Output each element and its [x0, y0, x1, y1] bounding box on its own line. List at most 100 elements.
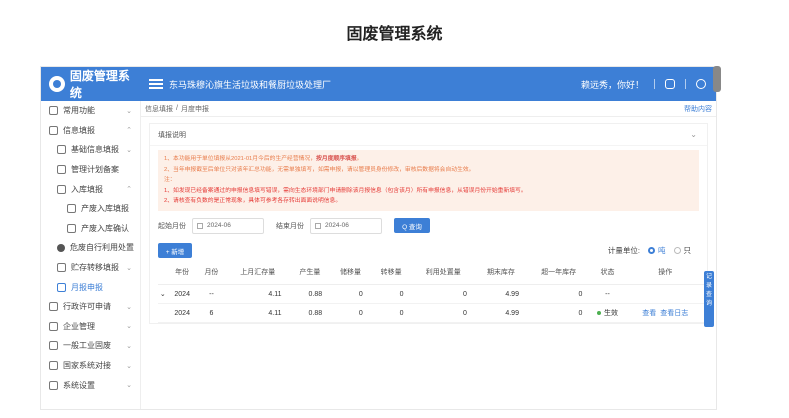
menu-item-icon — [57, 282, 66, 292]
query-button[interactable]: Q 查询 — [394, 218, 430, 233]
unit-radio-ton[interactable] — [648, 247, 655, 254]
table-row: 2024 6 4.11 0.88 0 0 0 4.99 0 生效 查看 查看日志 — [158, 303, 706, 323]
sidebar: 常用功能 ⌄ 信息填报 ⌃ 基础信息填报 ⌄ 管理计划备案 入库填报 ⌃ 产废入库填报 产废入库确认… — [41, 101, 141, 409]
sidebar-item-label: 企业管理 — [63, 321, 95, 331]
help-link[interactable]: 帮助内容 — [684, 104, 712, 114]
calendar-icon — [197, 222, 203, 229]
sidebar-item-13[interactable]: 国家系统对接 ⌄ — [41, 356, 140, 376]
chevron-icon: ⌄ — [126, 146, 132, 154]
report-table: 年份 月份 上月汇存量 产生量 储移量 转移量 利用处置量 期末库存 超一年库存 状态 操作 ⌄ 20… — [158, 260, 706, 323]
sidebar-item-0[interactable]: 常用功能 ⌄ — [41, 101, 140, 121]
notice-title: 填报说明 — [158, 131, 186, 139]
chevron-down-icon[interactable]: ⌄ — [690, 130, 697, 139]
sidebar-item-label: 信息填报 — [63, 125, 95, 135]
status-dot-icon — [596, 311, 601, 315]
sidebar-item-9[interactable]: 月报申报 — [41, 277, 140, 297]
end-month-input[interactable]: 2024-06 — [310, 217, 382, 234]
column-header-6: 转移量 — [370, 260, 412, 285]
cell-end: 4.99 — [474, 284, 527, 304]
cell-status: -- — [590, 284, 625, 304]
column-header-7: 利用处置量 — [411, 260, 475, 285]
view-log-link[interactable]: 查看日志 — [660, 310, 688, 317]
chevron-icon: ⌄ — [126, 303, 132, 311]
logout-icon[interactable] — [696, 79, 706, 89]
chevron-icon: ⌄ — [126, 342, 132, 350]
table-row: ⌄ 2024 -- 4.11 0.88 0 0 0 4.99 0 -- — [158, 284, 706, 304]
sidebar-item-6[interactable]: 产废入库确认 — [41, 219, 140, 239]
sidebar-item-label: 一般工业固废 — [63, 341, 111, 351]
chevron-icon: ⌃ — [126, 186, 132, 194]
add-button[interactable]: + 新增 — [158, 243, 192, 258]
sidebar-item-3[interactable]: 管理计划备案 — [41, 160, 140, 180]
unit-selector: 计量单位: 吨 只 — [608, 245, 691, 256]
cell-transfer: 0 — [370, 284, 412, 304]
unit-radio-piece[interactable] — [673, 247, 681, 254]
menu-item-icon — [49, 341, 58, 351]
sidebar-item-7[interactable]: 危废自行利用处置 — [41, 238, 140, 258]
start-month-value: 2024-06 — [207, 222, 231, 229]
sidebar-item-label: 基础信息填报 — [71, 145, 119, 155]
user-greeting[interactable]: 赖远秀，你好！ — [581, 78, 644, 91]
menu-item-icon — [49, 361, 58, 371]
notice-highlight: 按月度顺序填报 — [316, 156, 357, 162]
sidebar-item-12[interactable]: 一般工业固废 ⌄ — [41, 336, 140, 356]
sidebar-item-2[interactable]: 基础信息填报 ⌄ — [41, 140, 140, 160]
chevron-icon: ⌄ — [126, 382, 132, 390]
page-title: 固废管理系统 — [346, 26, 443, 43]
logo[interactable]: 固废管理系统 — [41, 67, 141, 101]
menu-item-icon — [57, 165, 66, 175]
menu-toggle-icon[interactable] — [149, 77, 163, 91]
cell-over: 0 — [526, 303, 591, 323]
cell-status: 生效 — [590, 303, 625, 323]
logo-icon — [49, 76, 65, 92]
sidebar-item-label: 入库填报 — [71, 184, 103, 194]
view-link[interactable]: 查看 — [642, 310, 656, 317]
status-badge: 生效 — [603, 310, 618, 317]
sidebar-item-label: 管理计划备案 — [71, 165, 119, 175]
cell-transfer: 0 — [370, 303, 412, 323]
sidebar-item-8[interactable]: 贮存转移填报 ⌄ — [41, 258, 140, 278]
menu-item-icon — [57, 184, 66, 194]
sidebar-item-14[interactable]: 系统设置 ⌄ — [41, 375, 140, 395]
menu-item-icon — [49, 125, 58, 135]
cell-expand — [158, 303, 168, 323]
notice-card-header[interactable]: 填报说明 ⌄ — [150, 124, 707, 146]
sidebar-item-1[interactable]: 信息填报 ⌃ — [41, 121, 140, 141]
sidebar-item-5[interactable]: 产废入库填报 — [41, 199, 140, 219]
breadcrumb: 信息填报 / 月度申报 帮助内容 — [141, 101, 716, 117]
sidebar-item-label: 产废入库确认 — [81, 223, 129, 233]
notification-icon[interactable] — [665, 79, 675, 89]
menu-item-icon — [67, 204, 76, 214]
breadcrumb-item-current: 月度申报 — [180, 105, 209, 113]
side-handle[interactable] — [713, 66, 721, 92]
cell-year: 2024 — [167, 284, 197, 304]
cell-store: 0 — [330, 284, 371, 304]
main-content: 信息填报 / 月度申报 帮助内容 填报说明 ⌄ 1、本功能用于单位填报从2021… — [141, 101, 716, 409]
sidebar-item-4[interactable]: 入库填报 ⌃ — [41, 179, 140, 199]
record-query-tab[interactable]: 记录查询 — [704, 271, 714, 327]
cell-expand[interactable]: ⌄ — [158, 284, 168, 304]
breadcrumb-item-info[interactable]: 信息填报 — [145, 104, 173, 114]
sidebar-item-11[interactable]: 企业管理 ⌄ — [41, 317, 140, 337]
sidebar-item-label: 月报申报 — [71, 282, 103, 292]
notice-line-4: 1、如发现已经备案通过的申报信息填写错误，需向生态环境部门申请删除该月报信息（包… — [164, 187, 527, 194]
cell-gen: 0.88 — [289, 303, 331, 323]
chevron-icon: ⌄ — [126, 362, 132, 370]
sidebar-item-label: 常用功能 — [63, 106, 95, 116]
start-month-label: 起始月份 — [158, 222, 186, 230]
calendar-icon — [315, 222, 321, 229]
column-header-8: 期末库存 — [474, 260, 527, 285]
column-header-5: 储移量 — [330, 260, 371, 285]
menu-item-icon — [49, 380, 58, 390]
sidebar-item-10[interactable]: 行政许可申请 ⌄ — [41, 297, 140, 317]
column-header-10: 状态 — [590, 260, 625, 285]
menu-item-icon — [49, 106, 58, 116]
unit-option-ton[interactable]: 吨 — [658, 245, 666, 256]
table-toolbar: + 新增 计量单位: 吨 只 — [150, 241, 707, 261]
unit-option-piece[interactable]: 只 — [684, 245, 692, 256]
sidebar-item-label: 国家系统对接 — [63, 361, 111, 371]
end-month-value: 2024-06 — [325, 222, 349, 229]
notice-line-5: 2、请核查有负数的是正常现象，具体可参考各存转出面面说明信息。 — [164, 198, 342, 204]
start-month-input[interactable]: 2024-06 — [192, 217, 264, 234]
menu-item-icon — [67, 223, 76, 233]
